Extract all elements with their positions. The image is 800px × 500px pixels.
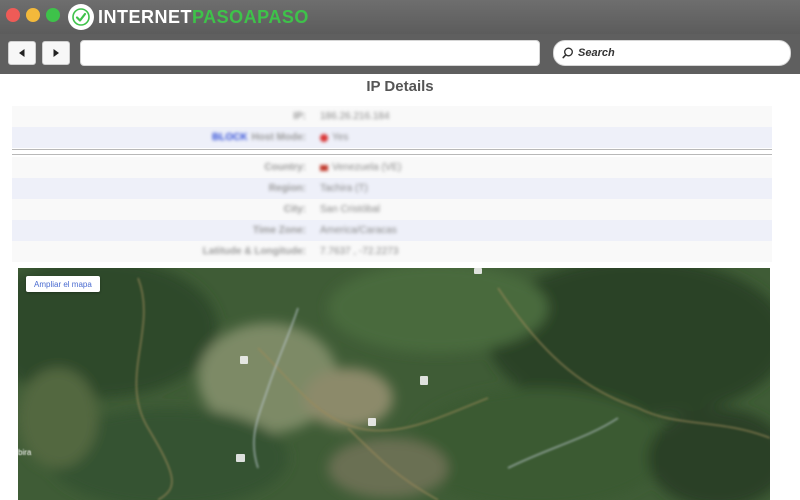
search-input[interactable]: Search	[553, 40, 791, 66]
section-divider	[12, 149, 772, 155]
map-imagery	[18, 268, 770, 500]
block-link[interactable]: BLOCK	[212, 132, 248, 143]
detail-value-text: Venezuela (VE)	[332, 162, 402, 173]
brand-name: INTERNETPASOAPASO	[98, 7, 309, 28]
back-button[interactable]	[8, 41, 36, 65]
country-flag-icon	[320, 164, 328, 171]
browser-toolbar: Search	[0, 34, 800, 74]
page-content: IP Details IP: 186.26.216.184 BLOCK Host …	[0, 74, 800, 500]
detail-value: America/Caracas	[320, 225, 397, 236]
detail-row-country: Country: Venezuela (VE)	[12, 157, 772, 178]
detail-value: Tachira (T)	[320, 183, 368, 194]
maximize-window-button[interactable]	[46, 8, 60, 22]
page-title: IP Details	[366, 78, 434, 95]
detail-value-text: Yes	[332, 132, 349, 143]
detail-row-time-zone: Time Zone: America/Caracas	[12, 220, 772, 241]
detail-label: BLOCK Host Mode:	[12, 132, 306, 143]
enlarge-map-button[interactable]: Ampliar el mapa	[26, 276, 100, 292]
detail-label: Region:	[268, 183, 306, 194]
detail-label: IP:	[293, 111, 306, 122]
forward-button[interactable]	[42, 41, 70, 65]
detail-label: City:	[283, 204, 306, 215]
detail-label: Time Zone:	[252, 225, 306, 236]
map-place-label: bira	[18, 448, 32, 457]
forward-arrow-icon	[53, 49, 59, 57]
detail-value: 186.26.216.184	[320, 111, 390, 122]
detail-row-host-mode: BLOCK Host Mode: Yes	[12, 127, 772, 148]
brand-check-icon	[68, 4, 94, 30]
brand-accent: PASOAPASO	[192, 6, 309, 27]
satellite-map[interactable]: Ampliar el mapa bira	[18, 268, 770, 500]
detail-value: Yes	[320, 132, 348, 143]
detail-value: Venezuela (VE)	[320, 162, 402, 173]
detail-label: Country:	[264, 162, 306, 173]
ip-details-table: IP: 186.26.216.184 BLOCK Host Mode: Yes C…	[12, 106, 772, 262]
brand-logo: INTERNETPASOAPASO	[68, 4, 309, 30]
browser-window: INTERNETPASOAPASO Search IP Details IP: …	[0, 0, 800, 500]
brand-prefix: INTERNET	[98, 6, 192, 27]
detail-value: 7.7637 , -72.2273	[320, 246, 399, 257]
status-dot-icon	[320, 133, 328, 142]
minimize-window-button[interactable]	[26, 8, 40, 22]
search-icon	[562, 47, 573, 59]
close-window-button[interactable]	[6, 8, 20, 22]
detail-row-region: Region: Tachira (T)	[12, 178, 772, 199]
detail-row-city: City: San Cristóbal	[12, 199, 772, 220]
back-arrow-icon	[19, 49, 25, 57]
search-placeholder: Search	[578, 47, 615, 59]
detail-value: San Cristóbal	[320, 204, 381, 215]
address-bar[interactable]	[80, 40, 540, 66]
detail-label-text: Host Mode:	[251, 132, 306, 143]
detail-row-ip: IP: 186.26.216.184	[12, 106, 772, 127]
detail-label: Latitude & Longitude:	[202, 246, 306, 257]
title-bar: INTERNETPASOAPASO	[0, 0, 800, 34]
detail-row-lat-long: Latitude & Longitude: 7.7637 , -72.2273	[12, 241, 772, 262]
